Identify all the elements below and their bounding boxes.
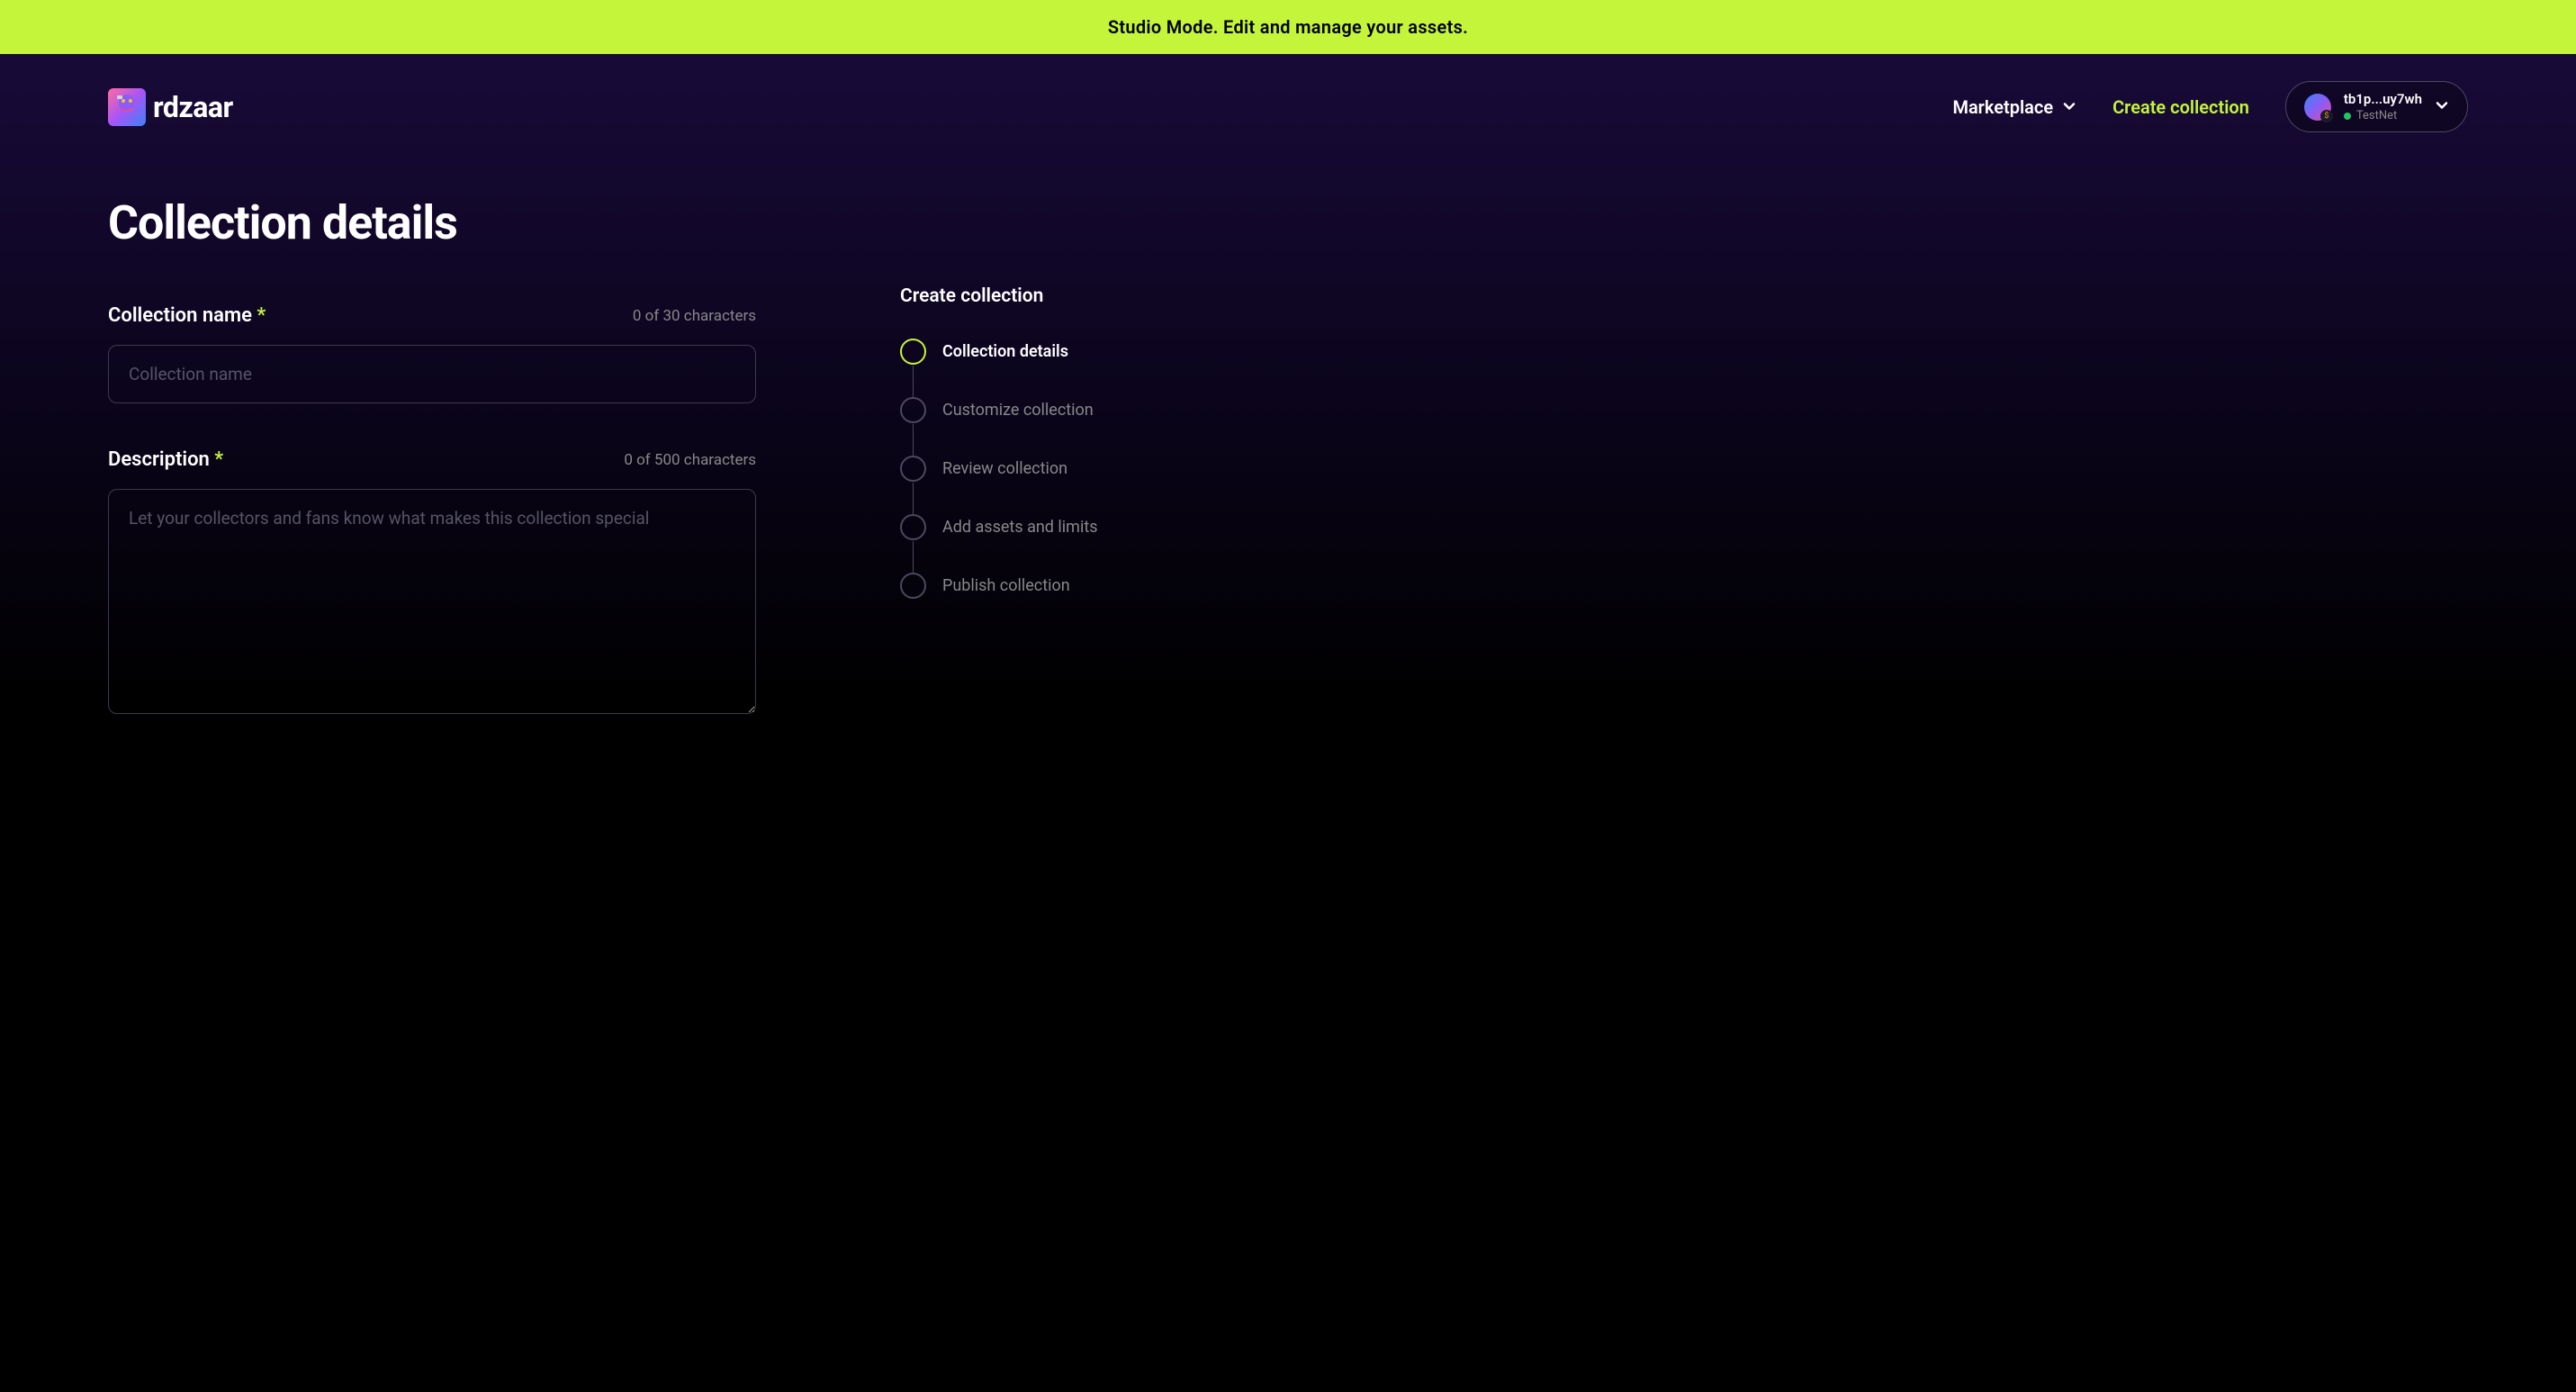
step-circle-icon: [900, 339, 926, 365]
step-label: Publish collection: [942, 576, 1070, 595]
step-label: Collection details: [942, 342, 1068, 361]
collection-name-input[interactable]: [108, 345, 756, 403]
step-customize-collection[interactable]: Customize collection: [900, 397, 1152, 456]
step-label: Review collection: [942, 459, 1067, 478]
steps-sidebar: Create collection Collection details Cus…: [900, 195, 1152, 763]
name-label-text: Collection name: [108, 304, 252, 327]
nav-marketplace[interactable]: Marketplace: [1952, 96, 2076, 118]
main-nav: Marketplace Create collection $ tb1p...u…: [1952, 81, 2468, 132]
name-char-count: 0 of 30 characters: [633, 307, 756, 325]
collection-name-group: Collection name * 0 of 30 characters: [108, 304, 756, 403]
step-circle-icon: [900, 573, 926, 599]
nav-create-collection-label: Create collection: [2112, 96, 2249, 118]
step-label: Add assets and limits: [942, 518, 1098, 537]
collection-name-label: Collection name *: [108, 304, 266, 327]
account-address: tb1p...uy7wh: [2344, 91, 2422, 107]
logo[interactable]: rdzaar: [108, 88, 233, 126]
account-info: tb1p...uy7wh TestNet: [2344, 91, 2422, 122]
avatar-badge-icon: $: [2320, 110, 2333, 122]
step-circle-icon: [900, 456, 926, 482]
step-review-collection[interactable]: Review collection: [900, 456, 1152, 514]
chevron-down-icon: [2435, 98, 2449, 116]
required-indicator: *: [214, 448, 223, 471]
nav-marketplace-label: Marketplace: [1952, 96, 2053, 118]
chevron-down-icon: [2062, 96, 2076, 118]
description-char-count: 0 of 500 characters: [624, 451, 756, 469]
main-header: rdzaar Marketplace Create collection $ t…: [0, 54, 2576, 159]
studio-mode-banner: Studio Mode. Edit and manage your assets…: [0, 0, 2576, 54]
description-label-row: Description * 0 of 500 characters: [108, 448, 756, 471]
account-button[interactable]: $ tb1p...uy7wh TestNet: [2285, 81, 2468, 132]
network-label: TestNet: [2356, 109, 2397, 122]
description-group: Description * 0 of 500 characters: [108, 448, 756, 718]
page-title: Collection details: [108, 195, 756, 250]
steps-list: Collection details Customize collection …: [900, 339, 1152, 599]
step-circle-icon: [900, 514, 926, 540]
main-container: Collection details Collection name * 0 o…: [0, 159, 2576, 799]
sidebar-title: Create collection: [900, 285, 1152, 307]
logo-icon: [108, 88, 146, 126]
avatar: $: [2304, 94, 2331, 121]
step-collection-details[interactable]: Collection details: [900, 339, 1152, 397]
step-add-assets[interactable]: Add assets and limits: [900, 514, 1152, 573]
logo-text: rdzaar: [153, 90, 233, 124]
step-publish-collection[interactable]: Publish collection: [900, 573, 1152, 599]
description-label: Description *: [108, 448, 223, 471]
name-label-row: Collection name * 0 of 30 characters: [108, 304, 756, 327]
nav-create-collection[interactable]: Create collection: [2112, 96, 2249, 118]
description-textarea[interactable]: [108, 489, 756, 714]
step-circle-icon: [900, 397, 926, 423]
description-label-text: Description: [108, 448, 210, 471]
required-indicator: *: [257, 304, 266, 327]
step-label: Customize collection: [942, 401, 1094, 420]
banner-text: Studio Mode. Edit and manage your assets…: [1108, 16, 1468, 38]
form-section: Collection details Collection name * 0 o…: [108, 195, 756, 763]
account-network: TestNet: [2344, 109, 2422, 122]
network-status-dot-icon: [2344, 113, 2351, 120]
